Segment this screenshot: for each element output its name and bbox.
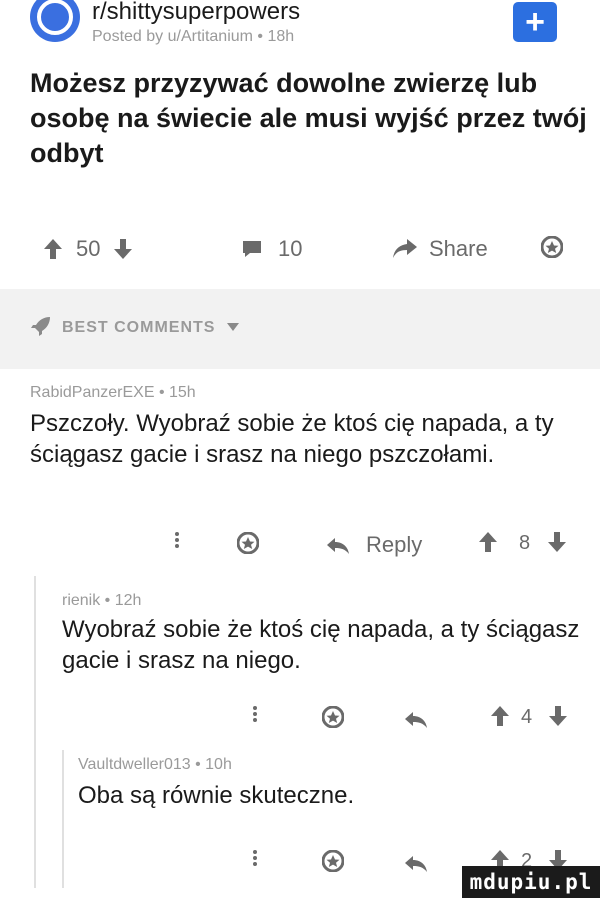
post-meta: Posted by u/Artitanium • 18h (92, 28, 295, 45)
chevron-down-icon (227, 319, 239, 335)
comment-actions: 4 (0, 704, 600, 736)
vote-group: 50 (44, 236, 133, 262)
subreddit-name[interactable]: r/shittysuperpowers (92, 0, 300, 26)
arrow-up-icon[interactable] (491, 706, 509, 732)
more-vertical-icon[interactable] (252, 848, 258, 874)
comment-body: Wyobraź sobie że ktoś cię napada, a ty ś… (62, 616, 580, 674)
award-icon[interactable] (321, 705, 345, 734)
reply-button[interactable]: Reply (366, 532, 422, 558)
award-icon[interactable] (236, 531, 260, 560)
post-action-bar: 50 10 Share (0, 228, 600, 272)
comment-votes: 4 (521, 706, 533, 728)
arrow-up-icon[interactable] (44, 239, 62, 259)
comment-count: 10 (278, 236, 303, 261)
comments-button[interactable]: 10 (242, 236, 302, 262)
comment-meta[interactable]: Vaultdweller013 • 10h (78, 756, 578, 774)
share-button[interactable]: Share (393, 236, 488, 262)
vote-count: 50 (76, 236, 101, 261)
post-header: r/shittysuperpowers Posted by u/Artitani… (0, 0, 600, 52)
reply-arrow-icon[interactable] (405, 852, 427, 878)
comment-meta[interactable]: RabidPanzerEXE • 15h (30, 384, 580, 402)
share-arrow-icon (393, 239, 417, 258)
sort-label: BEST COMMENTS (62, 319, 216, 336)
comment-actions: Reply 8 (0, 530, 600, 562)
subreddit-avatar[interactable] (30, 0, 80, 42)
more-vertical-icon[interactable] (174, 530, 180, 556)
watermark-logo: mdupiu.pl (462, 866, 600, 898)
arrow-up-icon[interactable] (479, 532, 497, 558)
share-label: Share (429, 236, 488, 261)
comment-body: Oba są równie skuteczne. (78, 782, 355, 809)
comment: rienik • 12h Wyobraź sobie że ktoś cię n… (62, 592, 582, 676)
join-button[interactable]: + (513, 2, 557, 42)
comment-votes: 8 (519, 532, 531, 554)
arrow-down-icon[interactable] (548, 532, 566, 558)
post-title[interactable]: Możesz przyzywać dowolne zwierzę lub oso… (30, 66, 590, 171)
comment-meta[interactable]: rienik • 12h (62, 592, 582, 610)
arrow-down-icon[interactable] (114, 239, 133, 259)
comment-bubble-icon (243, 241, 261, 257)
reply-arrow-icon[interactable] (405, 708, 427, 734)
comment-body: Pszczoły. Wyobraź sobie że ktoś cię napa… (30, 410, 554, 468)
rocket-icon (30, 315, 52, 343)
more-vertical-icon[interactable] (252, 704, 258, 730)
comment-sort-bar[interactable]: BEST COMMENTS (0, 289, 600, 369)
reply-arrow-icon[interactable] (327, 534, 349, 560)
comment: Vaultdweller013 • 10h Oba są równie skut… (78, 756, 578, 811)
award-icon[interactable] (321, 849, 345, 878)
comment: RabidPanzerEXE • 15h Pszczoły. Wyobraź s… (30, 384, 580, 470)
award-icon (541, 236, 563, 258)
arrow-down-icon[interactable] (549, 706, 567, 732)
award-button[interactable] (541, 236, 563, 258)
